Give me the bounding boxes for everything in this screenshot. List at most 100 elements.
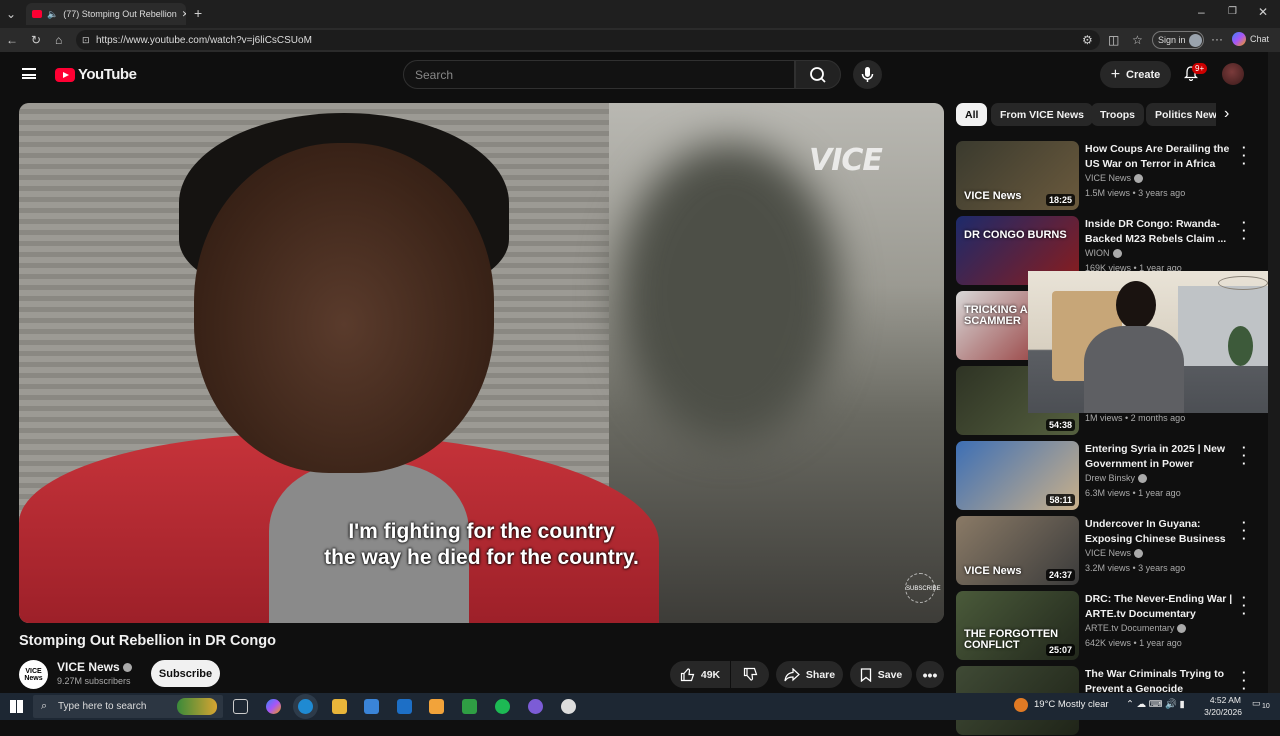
outlook-icon[interactable] <box>397 699 412 714</box>
webcam-plant <box>1228 326 1253 366</box>
recommendation-channel[interactable]: VICE News <box>1085 173 1144 183</box>
minimize-icon[interactable]: – <box>1198 6 1205 18</box>
messenger-icon[interactable] <box>528 699 543 714</box>
video-thumbnail[interactable]: 58:11 <box>956 441 1079 510</box>
subscribe-watermark[interactable]: SUBSCRIBE <box>905 573 941 603</box>
recommendation-title[interactable]: Inside DR Congo: Rwanda-Backed M23 Rebel… <box>1085 217 1235 247</box>
recommendation-meta: 642K views • 1 year ago <box>1085 638 1182 648</box>
create-label: Create <box>1126 68 1161 81</box>
recommendation-meta: 6.3M views • 1 year ago <box>1085 488 1181 498</box>
more-vertical-icon[interactable]: · · · <box>1242 666 1246 695</box>
back-icon[interactable]: ← <box>6 34 18 46</box>
system-tray-icons[interactable]: ⌃ ☁ ⌨ 🔊 ▮ <box>1126 699 1185 710</box>
video-thumbnail[interactable]: THE FORGOTTEN CONFLICT 25:07 <box>956 591 1079 660</box>
recommendation-channel[interactable]: VICE News <box>1085 548 1144 558</box>
more-menu-icon[interactable]: ··· <box>1211 33 1223 45</box>
verified-icon <box>1112 248 1122 258</box>
recommendation-title[interactable]: Entering Syria in 2025 | New Government … <box>1085 442 1235 472</box>
favorites-icon[interactable]: ☆ <box>1132 34 1143 46</box>
windows-start-icon[interactable] <box>10 700 23 713</box>
youtube-logo[interactable]: YouTube <box>55 66 137 83</box>
video-thumbnail[interactable]: VICE News 24:37 <box>956 516 1079 585</box>
more-vertical-icon[interactable]: · · · <box>1242 141 1246 170</box>
more-vertical-icon[interactable]: · · · <box>1242 441 1246 470</box>
youtube-play-icon <box>55 67 75 82</box>
page-scrollbar[interactable] <box>1268 52 1280 693</box>
video-thumbnail[interactable]: VICE News 18:25 <box>956 141 1079 210</box>
recommendation-title[interactable]: DRC: The Never-Ending War | ARTE.tv Docu… <box>1085 592 1235 622</box>
caption-line-1: I'm fighting for the country <box>348 520 615 543</box>
copilot-taskbar-icon[interactable] <box>266 699 281 714</box>
more-vertical-icon[interactable]: · · · <box>1242 216 1246 245</box>
voice-search-button[interactable] <box>853 60 882 89</box>
more-vertical-icon[interactable]: · · · <box>1242 516 1246 545</box>
speaker-icon[interactable]: 🔈 <box>47 9 58 20</box>
notes-icon[interactable] <box>429 699 444 714</box>
verified-icon <box>1134 173 1144 183</box>
close-tab-icon[interactable]: ✕ <box>182 9 186 20</box>
tab-list-icon[interactable]: ⌄ <box>6 8 16 20</box>
search-icon <box>810 67 826 83</box>
restore-icon[interactable]: ❐ <box>1228 6 1237 18</box>
chip-politics-news[interactable]: Politics New <box>1146 103 1216 126</box>
video-player[interactable]: VICE I'm fighting for the country the wa… <box>19 103 944 623</box>
save-button[interactable]: Save <box>850 661 912 688</box>
more-vertical-icon[interactable]: · · · <box>1242 591 1246 620</box>
taskbar-search-input[interactable]: ⌕ Type here to search <box>33 695 223 718</box>
recommendation-card[interactable]: THE FORGOTTEN CONFLICT 25:07 DRC: The Neve… <box>956 591 1256 661</box>
xbox-icon[interactable] <box>462 699 477 714</box>
more-actions-button[interactable]: ••• <box>916 661 944 688</box>
dislike-button[interactable] <box>731 661 769 688</box>
recommendation-channel[interactable]: WION <box>1085 248 1122 258</box>
split-screen-icon[interactable]: ◫ <box>1108 34 1119 46</box>
subscribe-button[interactable]: Subscribe <box>151 660 220 687</box>
recommendation-channel-text: WION <box>1085 248 1110 258</box>
weather-text[interactable]: 19°C Mostly clear <box>1034 699 1109 710</box>
subscriber-count: 9.27M subscribers <box>57 676 131 686</box>
recommendation-channel[interactable]: Drew Binsky <box>1085 473 1148 483</box>
share-icon <box>784 667 800 681</box>
create-button[interactable]: + Create <box>1100 61 1171 88</box>
url-field[interactable]: ⊡ https://www.youtube.com/watch?v=j6liCs… <box>76 30 1100 50</box>
recommendation-title[interactable]: Undercover In Guyana: Exposing Chinese B… <box>1085 517 1235 547</box>
refresh-icon[interactable]: ↻ <box>31 34 41 46</box>
clock-time[interactable]: 4:52 AM <box>1205 695 1241 705</box>
home-icon[interactable]: ⌂ <box>55 34 62 46</box>
file-explorer-icon[interactable] <box>332 699 347 714</box>
chip-from-vice-news[interactable]: From VICE News <box>991 103 1094 126</box>
site-info-icon[interactable]: ⊡ <box>82 34 90 46</box>
duration-badge: 18:25 <box>1045 194 1075 206</box>
chip-troops[interactable]: Troops <box>1091 103 1145 126</box>
like-button[interactable]: 49K <box>670 661 730 688</box>
microsoft-store-icon[interactable] <box>364 699 379 714</box>
webcam-overlay <box>1028 271 1280 413</box>
recommendation-title[interactable]: How Coups Are Derailing the US War on Te… <box>1085 142 1235 172</box>
profile-avatar[interactable] <box>1222 63 1244 85</box>
edge-taskbar-icon[interactable] <box>298 699 313 714</box>
channel-name[interactable]: VICE News <box>57 660 133 674</box>
notification-count: 10 <box>1262 703 1270 710</box>
bookmark-icon <box>860 667 871 682</box>
chevron-right-icon[interactable]: › <box>1224 106 1229 122</box>
channel-avatar[interactable]: VICE News <box>19 660 48 689</box>
recommendation-card[interactable]: VICE News 18:25 How Coups Are Derailing th… <box>956 141 1256 211</box>
recommendation-card[interactable]: 58:11 Entering Syria in 2025 | New Govern… <box>956 441 1256 511</box>
search-button[interactable] <box>795 60 841 89</box>
copilot-chat-button[interactable]: Chat <box>1232 32 1269 46</box>
extensions-icon[interactable]: ⚙ <box>1082 34 1093 46</box>
new-tab-icon[interactable]: + <box>194 6 202 20</box>
share-button[interactable]: Share <box>776 661 843 688</box>
clock-date[interactable]: 3/20/2026 <box>1202 707 1242 717</box>
task-view-icon[interactable] <box>233 699 248 714</box>
chip-all[interactable]: All <box>956 103 988 126</box>
recommendation-channel[interactable]: ARTE.tv Documentary <box>1085 623 1187 633</box>
menu-icon[interactable] <box>22 68 36 79</box>
search-input[interactable]: Search <box>403 60 795 89</box>
sign-in-button[interactable]: Sign in <box>1152 31 1204 49</box>
app-taskbar-icon[interactable] <box>561 699 576 714</box>
notification-center-icon[interactable]: ▭ <box>1252 698 1261 709</box>
browser-tab[interactable]: 🔈 (77) Stomping Out Rebellion ✕ <box>26 3 186 25</box>
close-window-icon[interactable]: ✕ <box>1258 6 1268 18</box>
recommendation-card[interactable]: VICE News 24:37 Undercover In Guyana: Expo… <box>956 516 1256 586</box>
spotify-icon[interactable] <box>495 699 510 714</box>
